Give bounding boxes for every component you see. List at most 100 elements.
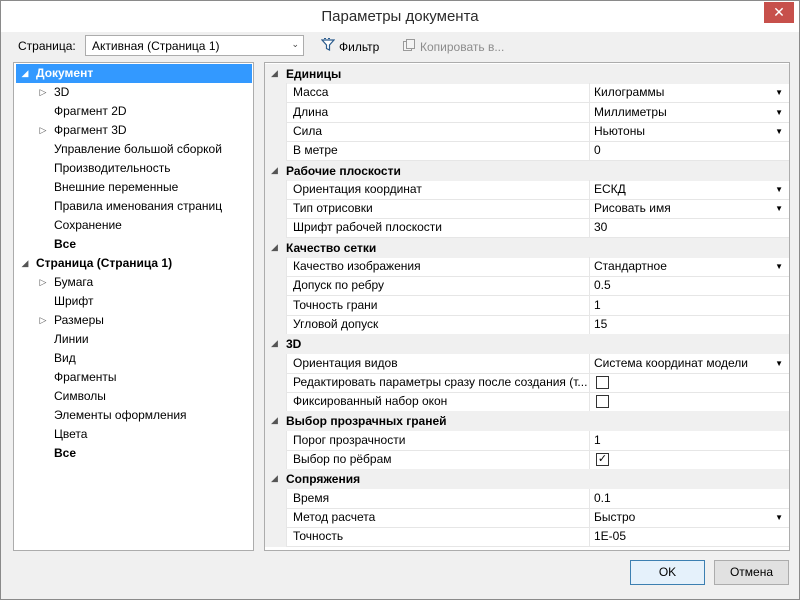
property-dropdown[interactable]: Миллиметры ▼ — [589, 102, 789, 123]
property-category[interactable]: ◢ Единицы — [265, 64, 789, 84]
property-row[interactable]: Допуск по ребру 0.5 — [265, 276, 789, 297]
expanded-arrow-icon[interactable]: ◢ — [20, 64, 30, 83]
property-row[interactable]: Качество изображения Стандартное ▼ — [265, 257, 789, 277]
ok-button[interactable]: OK — [630, 560, 705, 585]
property-value-field[interactable]: 30 — [589, 218, 789, 239]
property-row[interactable]: Фиксированный набор окон — [265, 392, 789, 413]
collapsed-arrow-icon[interactable]: ▷ — [38, 311, 48, 330]
unchecked-checkbox[interactable] — [596, 375, 609, 389]
property-name: Тип отрисовки — [286, 199, 589, 220]
property-value-field[interactable]: 1 — [589, 430, 789, 451]
collapsed-arrow-icon[interactable]: ▷ — [38, 273, 48, 292]
row-gutter — [265, 372, 286, 393]
property-checkbox-cell[interactable]: ✓ — [589, 450, 789, 470]
property-dropdown[interactable]: Система координат модели ▼ — [589, 353, 789, 374]
property-row[interactable]: Выбор по рёбрам ✓ — [265, 450, 789, 470]
expanded-arrow-icon[interactable]: ◢ — [271, 473, 278, 484]
copy-icon — [402, 38, 416, 55]
property-name: В метре — [286, 141, 589, 162]
property-grid[interactable]: ◢ Единицы Масса Килограммы ▼ Длина Миллиметры ▼… — [264, 62, 790, 551]
expanded-arrow-icon[interactable]: ◢ — [271, 165, 278, 176]
property-row[interactable]: Метод расчета Быстро ▼ — [265, 507, 789, 528]
collapsed-arrow-icon[interactable]: ▷ — [38, 121, 48, 140]
filter-label: Фильтр — [339, 39, 380, 54]
tree-item-label: Фрагмент 2D — [54, 104, 127, 118]
dropdown-arrow-icon[interactable]: ▼ — [775, 257, 783, 276]
property-row[interactable]: Сила Ньютоны ▼ — [265, 121, 789, 142]
unchecked-checkbox[interactable] — [596, 395, 609, 409]
property-dropdown[interactable]: Быстро ▼ — [589, 507, 789, 528]
page-combo[interactable]: Активная (Страница 1) ⌄ — [85, 35, 304, 56]
property-value-field[interactable]: 1E-05 — [589, 527, 789, 548]
chevron-down-icon: ⌄ — [291, 39, 299, 49]
property-row[interactable]: Тип отрисовки Рисовать имя ▼ — [265, 199, 789, 220]
dropdown-arrow-icon[interactable]: ▼ — [775, 180, 783, 199]
property-dropdown[interactable]: ЕСКД ▼ — [589, 179, 789, 200]
expanded-arrow-icon[interactable]: ◢ — [271, 242, 278, 253]
property-row[interactable]: Точность грани 1 — [265, 295, 789, 316]
property-value-field[interactable]: 0.1 — [589, 488, 789, 509]
dropdown-arrow-icon[interactable]: ▼ — [775, 199, 783, 218]
expanded-arrow-icon[interactable]: ◢ — [271, 415, 278, 426]
property-name: Допуск по ребру — [286, 276, 589, 297]
property-value-field[interactable]: 0.5 — [589, 276, 789, 297]
copy-to-button[interactable]: Копировать в... — [402, 38, 504, 55]
row-gutter — [265, 450, 286, 470]
property-checkbox-cell[interactable] — [589, 372, 789, 393]
property-value-field[interactable]: 1 — [589, 295, 789, 316]
property-name: Точность — [286, 527, 589, 548]
property-row[interactable]: Редактировать параметры сразу после созд… — [265, 372, 789, 393]
close-button[interactable]: ✕ — [764, 2, 794, 23]
row-gutter — [265, 488, 286, 509]
property-value: Стандартное — [594, 259, 667, 273]
property-row[interactable]: Порог прозрачности 1 — [265, 430, 789, 451]
property-dropdown[interactable]: Стандартное ▼ — [589, 257, 789, 277]
category-label: 3D — [286, 337, 302, 352]
property-row[interactable]: Ориентация координат ЕСКД ▼ — [265, 179, 789, 200]
dropdown-arrow-icon[interactable]: ▼ — [775, 122, 783, 141]
dropdown-arrow-icon[interactable]: ▼ — [775, 83, 783, 102]
tree-item[interactable]: ◢ Документ — [16, 64, 252, 83]
property-row[interactable]: Шрифт рабочей плоскости 30 — [265, 218, 789, 239]
checked-checkbox[interactable]: ✓ — [596, 453, 609, 466]
property-category[interactable]: ◢ Рабочие плоскости — [265, 160, 789, 181]
expanded-arrow-icon[interactable]: ◢ — [271, 68, 278, 79]
property-checkbox-cell[interactable] — [589, 392, 789, 413]
property-category[interactable]: ◢ Выбор прозрачных граней — [265, 411, 789, 432]
property-category[interactable]: ◢ Сопряжения — [265, 469, 789, 490]
property-row[interactable]: Ориентация видов Система координат модели… — [265, 353, 789, 374]
property-row[interactable]: Точность 1E-05 — [265, 527, 789, 548]
property-dropdown[interactable]: Рисовать имя ▼ — [589, 199, 789, 220]
property-row[interactable]: Масса Килограммы ▼ — [265, 83, 789, 104]
property-row[interactable]: Угловой допуск 15 — [265, 314, 789, 335]
page-label: Страница: — [18, 39, 76, 53]
expanded-arrow-icon[interactable]: ◢ — [271, 338, 278, 349]
row-gutter — [265, 179, 286, 200]
filter-button[interactable]: Фильтр — [320, 38, 380, 55]
property-value: Килограммы — [594, 85, 665, 100]
dropdown-arrow-icon[interactable]: ▼ — [775, 354, 783, 373]
property-value-field[interactable]: 0 — [589, 141, 789, 162]
property-dropdown[interactable]: Килограммы ▼ — [589, 83, 789, 104]
property-dropdown[interactable]: Ньютоны ▼ — [589, 121, 789, 142]
tree-item-label: Документ — [36, 66, 94, 80]
property-category[interactable]: ◢ Качество сетки — [265, 237, 789, 258]
dropdown-arrow-icon[interactable]: ▼ — [775, 508, 783, 527]
title-bar: Параметры документа ✕ — [1, 1, 799, 32]
expanded-arrow-icon[interactable]: ◢ — [20, 254, 30, 273]
collapsed-arrow-icon[interactable]: ▷ — [38, 83, 48, 102]
tree-item-label: Фрагменты — [54, 370, 117, 384]
dropdown-arrow-icon[interactable]: ▼ — [775, 103, 783, 122]
document-settings-dialog: Параметры документа ✕ Страница: Активная… — [0, 0, 800, 600]
property-category[interactable]: ◢ 3D — [265, 334, 789, 355]
row-gutter — [265, 218, 286, 239]
property-row[interactable]: В метре 0 — [265, 141, 789, 162]
cancel-button[interactable]: Отмена — [714, 560, 789, 585]
property-name: Время — [286, 488, 589, 509]
row-gutter — [265, 430, 286, 451]
property-row[interactable]: Время 0.1 — [265, 488, 789, 509]
row-gutter — [265, 353, 286, 374]
settings-tree[interactable]: ◢ Документ ▷ 3D Фрагмент 2D ▷ Фрагмент 3D Управ… — [13, 62, 254, 551]
property-value-field[interactable]: 15 — [589, 314, 789, 335]
property-row[interactable]: Длина Миллиметры ▼ — [265, 102, 789, 123]
